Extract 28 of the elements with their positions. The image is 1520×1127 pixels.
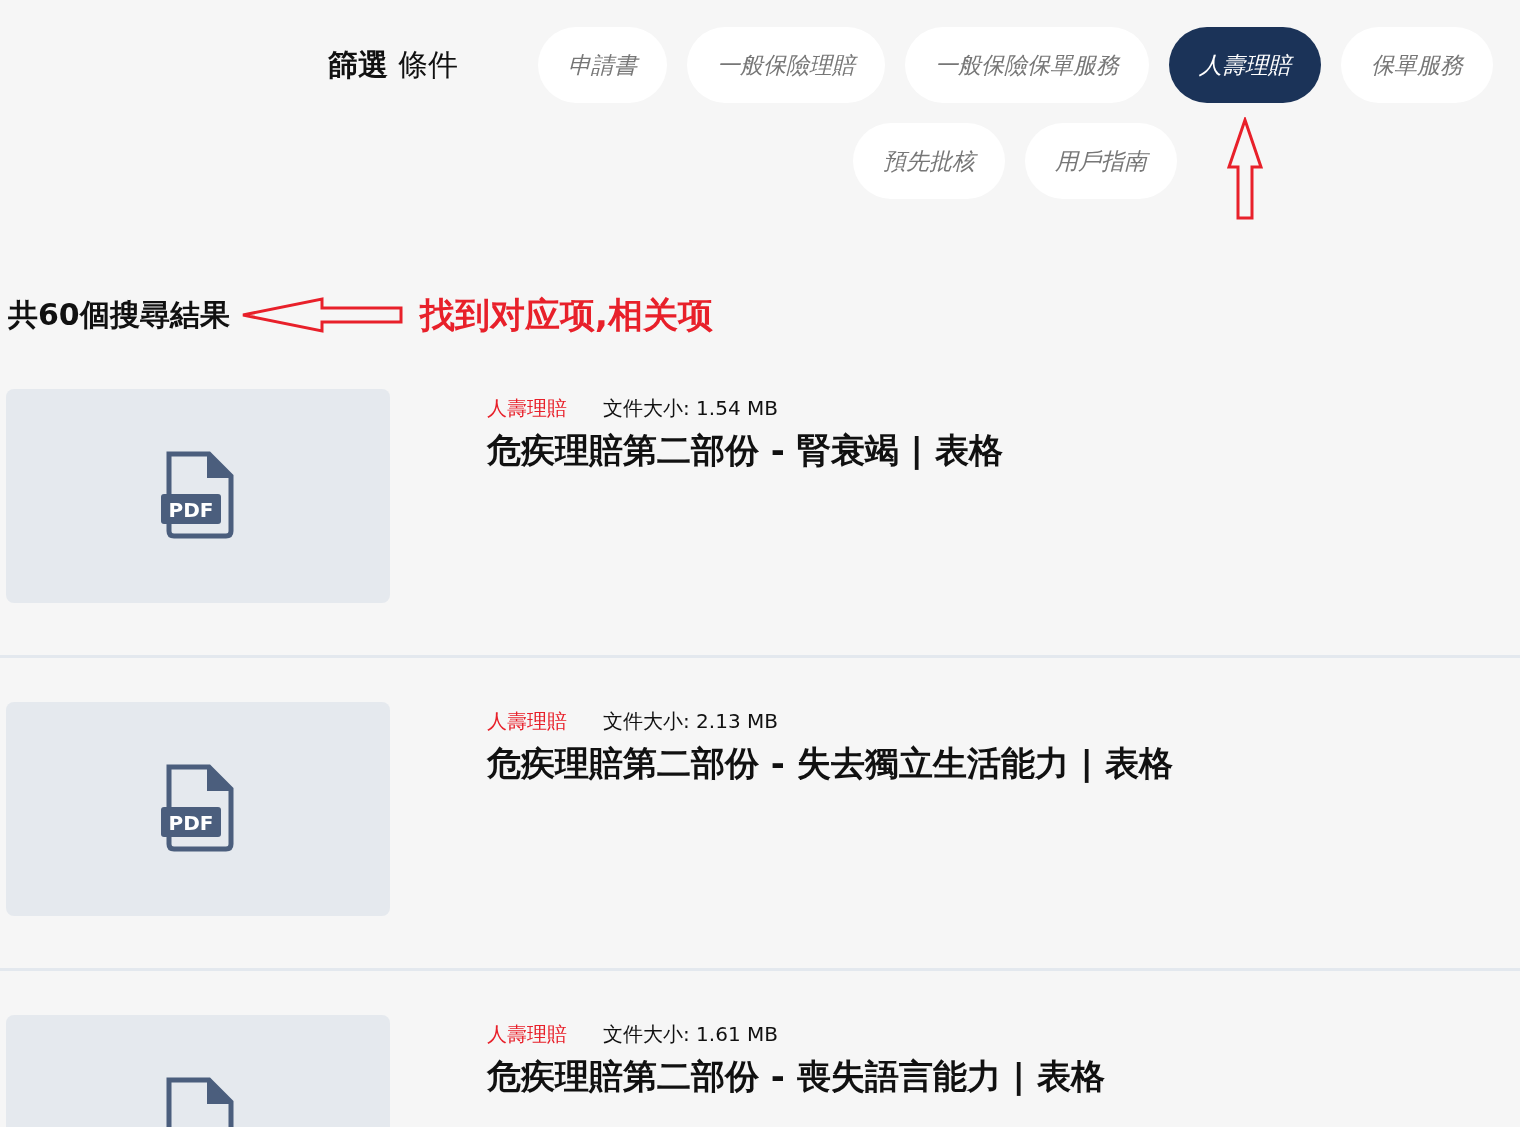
file-type-label: PDF: [168, 811, 214, 835]
file-size: 文件大小: 1.54 MB: [603, 395, 778, 422]
file-size: 文件大小: 1.61 MB: [603, 1021, 778, 1048]
category-tag: 人壽理賠: [487, 1021, 567, 1048]
filter-chip[interactable]: 預先批核: [853, 123, 1005, 199]
filter-chip[interactable]: 保單服務: [1340, 27, 1493, 103]
pdf-file-icon: [166, 1077, 234, 1127]
result-count: 共60個搜尋結果: [8, 295, 230, 334]
document-title[interactable]: 危疾理賠第二部份 - 腎衰竭 | 表格: [487, 428, 1003, 474]
category-tag: 人壽理賠: [487, 395, 567, 422]
category-tag: 人壽理賠: [487, 708, 567, 735]
filter-chip[interactable]: 一般保險理賠: [686, 27, 885, 103]
file-thumbnail[interactable]: PDF: [6, 702, 390, 916]
pdf-file-icon: [161, 451, 234, 539]
document-title[interactable]: 危疾理賠第二部份 - 失去獨立生活能力 | 表格: [487, 741, 1173, 787]
file-type-label: PDF: [168, 498, 214, 522]
file-size: 文件大小: 2.13 MB: [603, 708, 778, 735]
filter-chip[interactable]: 用戶指南: [1025, 123, 1177, 199]
filter-chip[interactable]: 一般保險保單服務: [904, 27, 1149, 103]
filter-chip[interactable]: 申請書: [537, 27, 667, 103]
filter-label: 篩選: [328, 45, 388, 84]
file-thumbnail[interactable]: PDF: [6, 389, 390, 603]
pdf-file-icon: [161, 764, 234, 852]
document-title[interactable]: 危疾理賠第二部份 - 喪失語言能力 | 表格: [487, 1054, 1105, 1100]
annotation-text: 找到对应项,相关项: [419, 293, 714, 337]
filter-chip[interactable]: 人壽理賠: [1168, 27, 1321, 103]
filter-label: 條件: [398, 45, 458, 84]
up-arrow-icon: [1225, 117, 1264, 221]
